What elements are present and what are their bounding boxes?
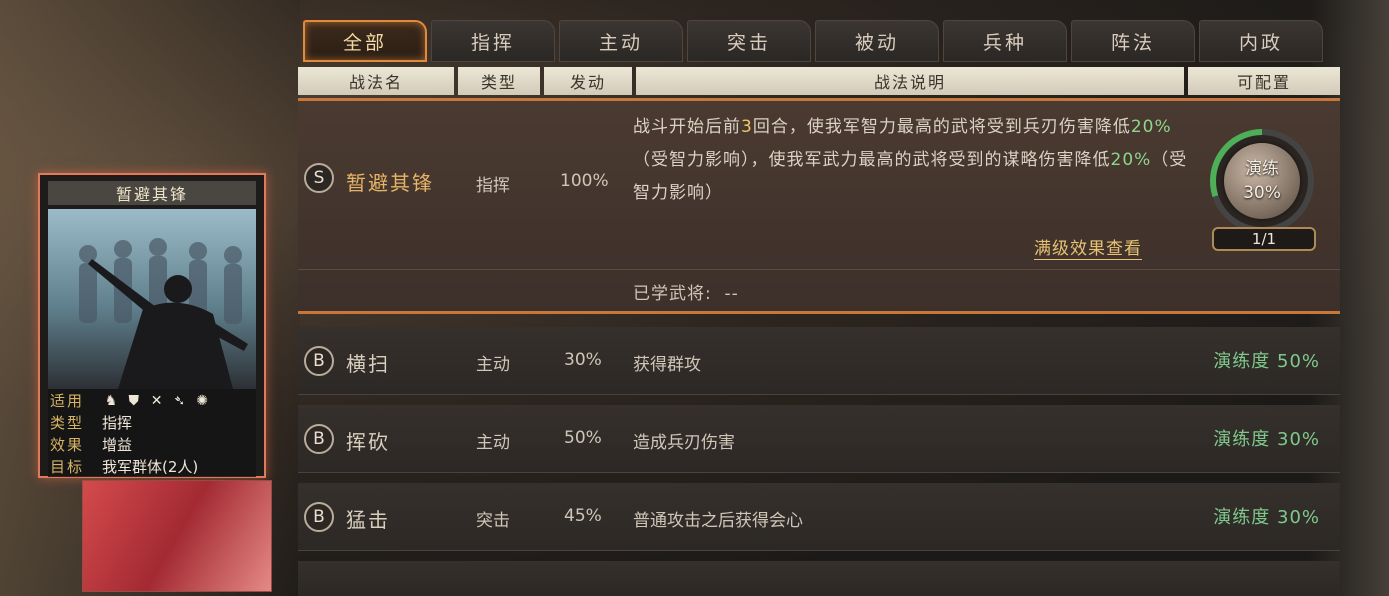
effect-label: 效果 bbox=[50, 435, 85, 454]
practice-degree: 演练度 50% bbox=[1213, 351, 1320, 372]
tactic-row[interactable]: B 横扫 主动 30% 获得群攻 演练度 50% bbox=[298, 327, 1340, 395]
tab-active[interactable]: 主动 bbox=[559, 20, 683, 62]
divider bbox=[298, 269, 1340, 270]
table-header: 战法名 类型 发动 战法说明 可配置 bbox=[298, 67, 1340, 95]
grade-badge: B bbox=[304, 346, 334, 376]
practice-progress[interactable]: 演练 30% 1/1 bbox=[1210, 129, 1320, 253]
tactic-name: 横扫 bbox=[346, 352, 390, 376]
type-label: 类型 bbox=[50, 413, 85, 432]
tactic-card: 暂避其锋 适用 ♞ ⛊ ✕ ➴ ✺ 类型 指挥 效果 增益 目标 我军群体(2人… bbox=[38, 173, 266, 478]
tactic-type: 指挥 bbox=[476, 176, 510, 196]
card-artwork bbox=[48, 209, 256, 389]
cavalry-icon: ♞ bbox=[104, 393, 118, 409]
grade-badge: B bbox=[304, 424, 334, 454]
type-value: 指挥 bbox=[102, 413, 133, 432]
tactic-rate: 100% bbox=[560, 171, 609, 191]
tactic-description: 造成兵刃伤害 bbox=[633, 433, 735, 453]
tactic-rate: 45% bbox=[564, 506, 602, 526]
practice-degree: 演练度 30% bbox=[1213, 507, 1320, 528]
tactic-type: 主动 bbox=[476, 433, 510, 453]
tab-assault[interactable]: 突击 bbox=[687, 20, 811, 62]
card-info: 适用 ♞ ⛊ ✕ ➴ ✺ 类型 指挥 效果 增益 目标 我军群体(2人) bbox=[48, 389, 256, 477]
header-rate: 发动 bbox=[544, 67, 632, 95]
tab-domestic[interactable]: 内政 bbox=[1199, 20, 1323, 62]
tactic-list: S 暂避其锋 指挥 100% 战斗开始后前3回合，使我军智力最高的武将受到兵刃伤… bbox=[298, 98, 1340, 596]
tactic-description: 战斗开始后前3回合，使我军智力最高的武将受到兵刃伤害降低20%（受智力影响），使… bbox=[633, 117, 1188, 203]
tactic-rate: 50% bbox=[564, 428, 602, 448]
tactic-name: 挥砍 bbox=[346, 430, 390, 454]
tactic-rate: 30% bbox=[564, 350, 602, 370]
category-tabs: 全部 指挥 主动 突击 被动 兵种 阵法 内政 bbox=[303, 20, 1323, 62]
tab-passive[interactable]: 被动 bbox=[815, 20, 939, 62]
tab-command[interactable]: 指挥 bbox=[431, 20, 555, 62]
tactic-type: 突击 bbox=[476, 511, 510, 531]
grade-badge: S bbox=[304, 163, 334, 193]
header-name: 战法名 bbox=[298, 67, 454, 95]
selected-tactic-row[interactable]: S 暂避其锋 指挥 100% 战斗开始后前3回合，使我军智力最高的武将受到兵刃伤… bbox=[298, 98, 1340, 314]
practice-counter: 1/1 bbox=[1212, 227, 1316, 251]
tactic-row[interactable] bbox=[298, 561, 1340, 596]
learned-generals: 已学武将: -- bbox=[633, 284, 739, 304]
target-label: 目标 bbox=[50, 457, 85, 476]
practice-degree: 演练度 30% bbox=[1213, 429, 1320, 450]
wheel-icon: ✺ bbox=[196, 393, 208, 409]
apply-label: 适用 bbox=[50, 391, 85, 410]
effect-value: 增益 bbox=[102, 435, 133, 454]
tactic-description: 获得群攻 bbox=[633, 355, 701, 375]
spear-icon: ➴ bbox=[173, 393, 186, 409]
header-type: 类型 bbox=[458, 67, 540, 95]
header-description: 战法说明 bbox=[636, 67, 1184, 95]
header-configurable: 可配置 bbox=[1188, 67, 1340, 95]
shield-icon: ⛊ bbox=[128, 393, 140, 409]
tactic-name: 暂避其锋 bbox=[346, 171, 434, 195]
tab-troop[interactable]: 兵种 bbox=[943, 20, 1067, 62]
practice-label: 演练 bbox=[1245, 159, 1279, 179]
tactic-name: 猛击 bbox=[346, 508, 390, 532]
tactic-type: 主动 bbox=[476, 355, 510, 375]
practice-value: 30% bbox=[1243, 183, 1281, 203]
tactic-row[interactable]: B 猛击 突击 45% 普通攻击之后获得会心 演练度 30% bbox=[298, 483, 1340, 551]
card-title: 暂避其锋 bbox=[48, 181, 256, 205]
tab-all[interactable]: 全部 bbox=[303, 20, 427, 62]
grade-badge: B bbox=[304, 502, 334, 532]
target-value: 我军群体(2人) bbox=[102, 457, 199, 476]
practice-orb: 演练 30% bbox=[1224, 143, 1300, 219]
full-effect-link[interactable]: 满级效果查看 bbox=[1034, 234, 1142, 260]
tactic-description: 普通攻击之后获得会心 bbox=[633, 511, 803, 531]
crossbow-icon: ✕ bbox=[150, 393, 163, 409]
secondary-card-art bbox=[82, 480, 272, 592]
tab-formation[interactable]: 阵法 bbox=[1071, 20, 1195, 62]
tactic-row[interactable]: B 挥砍 主动 50% 造成兵刃伤害 演练度 30% bbox=[298, 405, 1340, 473]
